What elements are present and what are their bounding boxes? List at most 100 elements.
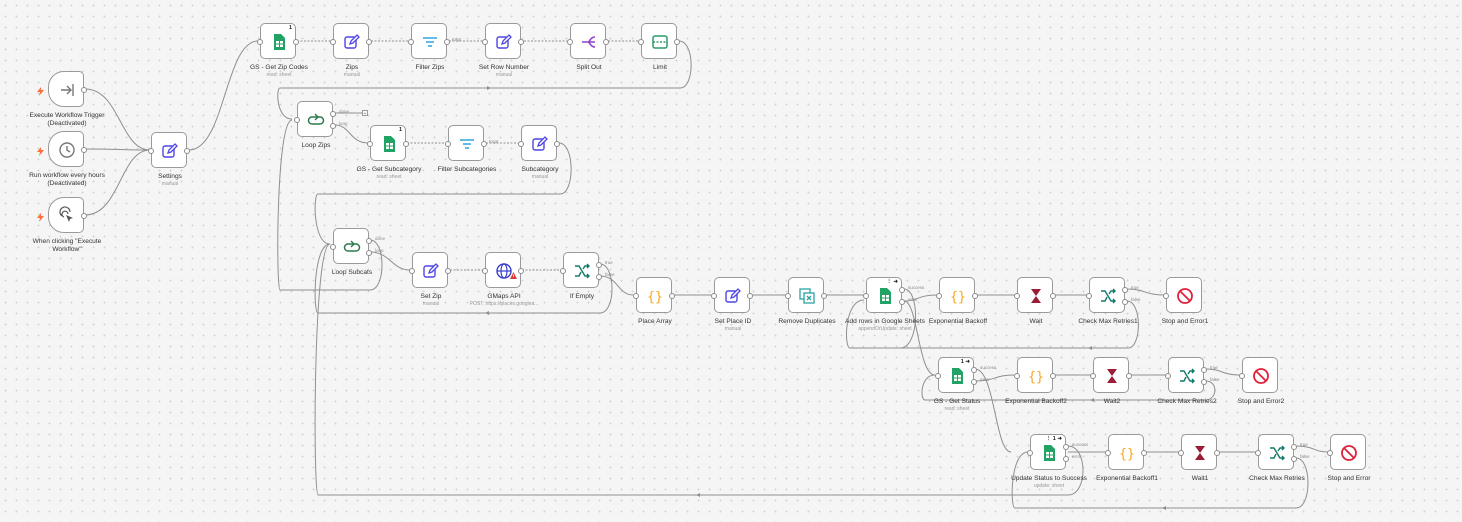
output-port[interactable]	[1214, 450, 1220, 456]
split-out-node[interactable]: Split Out	[567, 23, 609, 71]
input-port[interactable]	[1014, 373, 1020, 379]
stop-and-error-node[interactable]: Stop and Error	[1327, 434, 1370, 482]
output-port-loop[interactable]	[366, 250, 372, 256]
input-port[interactable]	[257, 39, 263, 45]
loop-zips-node[interactable]: done loop Loop Zips	[294, 101, 349, 149]
input-port[interactable]	[863, 293, 869, 299]
output-port[interactable]	[81, 213, 87, 219]
input-port[interactable]	[633, 293, 639, 299]
output-port-false[interactable]	[596, 274, 602, 280]
output-port-false[interactable]	[1291, 456, 1297, 462]
output-port-loop[interactable]	[330, 123, 336, 129]
output-port[interactable]	[184, 148, 190, 154]
wait2-node[interactable]: Wait2	[1090, 357, 1132, 405]
output-port[interactable]	[1126, 373, 1132, 379]
input-port[interactable]	[1165, 373, 1171, 379]
output-port[interactable]	[603, 39, 609, 45]
output-port[interactable]	[669, 293, 675, 299]
output-port[interactable]	[403, 141, 409, 147]
output-port[interactable]	[1050, 293, 1056, 299]
limit-node[interactable]: Limit	[638, 23, 680, 71]
update-status-success-node[interactable]: ⋮ 1 ➜ success error Update Status to Suc…	[1011, 434, 1088, 489]
stop-and-error1-node[interactable]: Stop and Error1	[1162, 277, 1208, 325]
output-port-error[interactable]	[971, 379, 977, 385]
check-max-retries-node[interactable]: true false Check Max Retries	[1249, 434, 1310, 482]
input-port[interactable]	[711, 293, 717, 299]
if-empty-node[interactable]: true false If Empty	[560, 252, 615, 300]
wait1-node[interactable]: Wait1	[1178, 434, 1220, 482]
input-port[interactable]	[1327, 450, 1333, 456]
exponential-backoff1-node[interactable]: {} Exponential Backoff1	[1096, 434, 1158, 482]
output-port[interactable]	[747, 293, 753, 299]
output-port-success[interactable]	[899, 287, 905, 293]
output-port[interactable]	[674, 39, 680, 45]
output-port[interactable]	[444, 39, 450, 45]
input-port[interactable]	[1014, 293, 1020, 299]
output-port-false[interactable]	[1201, 379, 1207, 385]
output-port[interactable]	[445, 268, 451, 274]
output-port[interactable]	[518, 39, 524, 45]
remove-duplicates-node[interactable]: Remove Duplicates	[778, 277, 836, 325]
gs-get-status-node[interactable]: 1 ➜ success error GS - Get Status read: s…	[934, 357, 996, 412]
workflow-canvas[interactable]: Execute Workflow Trigger (Deactivated) Ru…	[0, 0, 1462, 522]
output-port-true[interactable]	[1201, 367, 1207, 373]
output-port[interactable]	[81, 147, 87, 153]
input-port[interactable]	[560, 268, 566, 274]
input-port[interactable]	[408, 39, 414, 45]
input-port[interactable]	[567, 39, 573, 45]
input-port[interactable]	[785, 293, 791, 299]
input-port[interactable]	[482, 268, 488, 274]
set-zip-node[interactable]: Set Zip manual	[409, 252, 451, 307]
filter-subcategories-node[interactable]: Kept Filter Subcategories	[438, 125, 498, 173]
output-port[interactable]	[481, 141, 487, 147]
input-port[interactable]	[367, 141, 373, 147]
input-port[interactable]	[1086, 293, 1092, 299]
input-port[interactable]	[1239, 373, 1245, 379]
manual-trigger-node[interactable]: When clicking "Execute Workflow"	[33, 197, 101, 253]
set-row-number-node[interactable]: Set Row Number manual	[479, 23, 529, 78]
exponential-backoff2-node[interactable]: {} Exponential Backoff2	[1005, 357, 1067, 405]
stop-and-error2-node[interactable]: Stop and Error2	[1238, 357, 1284, 405]
add-rows-google-sheets-node[interactable]: ⋮ ➜ success error Add rows in Google She…	[845, 277, 925, 332]
output-port[interactable]	[554, 141, 560, 147]
output-port-false[interactable]	[1122, 299, 1128, 305]
output-port-success[interactable]	[1063, 444, 1069, 450]
place-array-node[interactable]: {} Place Array	[633, 277, 675, 325]
check-max-retries1-node[interactable]: true false Check Max Retries1	[1078, 277, 1141, 325]
output-port-done[interactable]	[330, 111, 336, 117]
output-port-true[interactable]	[1291, 444, 1297, 450]
check-max-retries2-node[interactable]: true false Check Max Retries2	[1157, 357, 1220, 405]
input-port[interactable]	[1163, 293, 1169, 299]
input-port[interactable]	[330, 244, 336, 250]
subcategory-node[interactable]: Subcategory manual	[518, 125, 560, 180]
output-port-done[interactable]	[366, 238, 372, 244]
input-port[interactable]	[638, 39, 644, 45]
input-port[interactable]	[445, 141, 451, 147]
input-port[interactable]	[1178, 450, 1184, 456]
input-port[interactable]	[518, 141, 524, 147]
output-port[interactable]	[366, 39, 372, 45]
output-port[interactable]	[821, 293, 827, 299]
filter-zips-node[interactable]: Kept Filter Zips	[408, 23, 461, 71]
input-port[interactable]	[148, 148, 154, 154]
input-port[interactable]	[1255, 450, 1261, 456]
run-every-hours-node[interactable]: Run workflow every hours (Deactivated)	[29, 131, 105, 187]
output-port[interactable]	[972, 293, 978, 299]
input-port[interactable]	[482, 39, 488, 45]
output-port[interactable]	[1141, 450, 1147, 456]
set-place-id-node[interactable]: Set Place ID manual	[711, 277, 753, 332]
output-port-success[interactable]	[971, 367, 977, 373]
output-port[interactable]	[518, 268, 524, 274]
output-port[interactable]	[81, 87, 87, 93]
output-port[interactable]	[293, 39, 299, 45]
exponential-backoff-node[interactable]: {} Exponential Backoff	[929, 277, 987, 325]
execute-workflow-trigger-node[interactable]: Execute Workflow Trigger (Deactivated)	[29, 71, 105, 127]
input-port[interactable]	[935, 373, 941, 379]
input-port[interactable]	[409, 268, 415, 274]
input-port[interactable]	[936, 293, 942, 299]
output-port-error[interactable]	[1063, 456, 1069, 462]
gs-get-subcategory-node[interactable]: 1 GS - Get Subcategory read: sheet	[357, 125, 421, 180]
input-port[interactable]	[1027, 450, 1033, 456]
output-port-true[interactable]	[596, 262, 602, 268]
gs-get-zip-codes-node[interactable]: 1 GS - Get Zip Codes read: sheet	[250, 23, 308, 78]
